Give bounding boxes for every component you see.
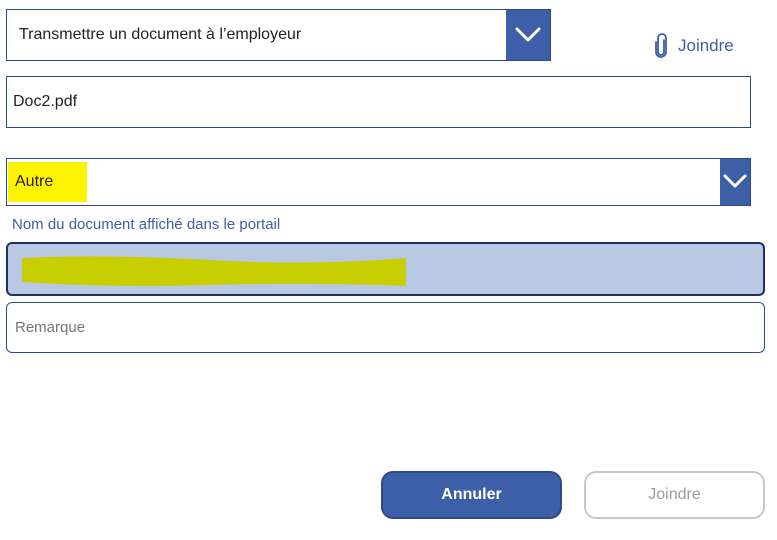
chevron-down-icon <box>515 27 541 42</box>
file-name-field[interactable]: Doc2.pdf <box>6 76 751 128</box>
cancel-button[interactable]: Annuler <box>381 471 562 519</box>
cancel-button-label: Annuler <box>441 486 502 503</box>
category-dropdown-value: Autre <box>15 173 54 190</box>
remark-field[interactable] <box>6 302 765 353</box>
category-dropdown[interactable]: Autre <box>6 158 751 206</box>
document-name-caption: Nom du document affiché dans le portail <box>12 216 281 233</box>
recipient-dropdown-value: Transmettre un document à l’employeur <box>19 26 302 43</box>
category-dropdown-chevron-button[interactable] <box>720 159 750 205</box>
redaction-mark <box>22 256 406 286</box>
file-name-value: Doc2.pdf <box>13 93 78 110</box>
attach-document-form: Transmettre un document à l’employeur Jo… <box>0 0 777 540</box>
recipient-dropdown[interactable]: Transmettre un document à l’employeur <box>6 9 551 61</box>
paperclip-icon <box>655 33 667 58</box>
attach-file-label: Joindre <box>678 36 734 55</box>
attach-file-link[interactable]: Joindre <box>654 31 734 61</box>
recipient-dropdown-chevron-button[interactable] <box>506 10 550 60</box>
join-button[interactable]: Joindre <box>584 471 765 519</box>
chevron-down-icon <box>723 174 747 188</box>
join-button-label: Joindre <box>648 486 701 503</box>
document-name-input[interactable] <box>6 242 765 296</box>
remark-input[interactable] <box>7 303 764 352</box>
